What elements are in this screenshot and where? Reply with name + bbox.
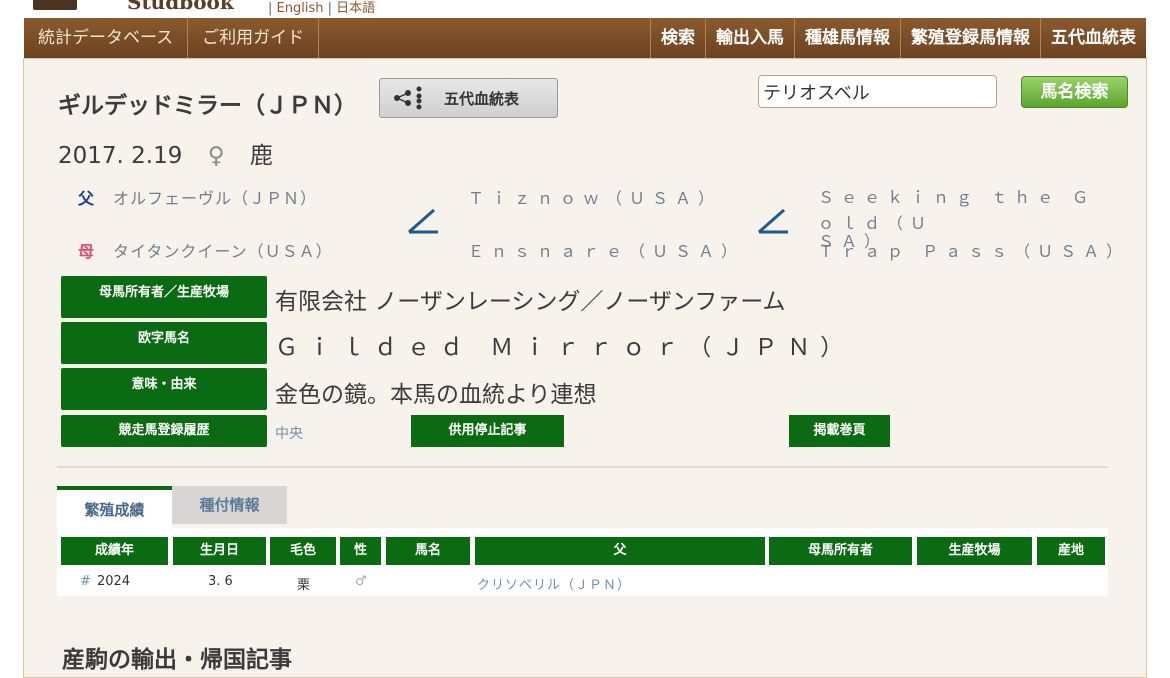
col-header-farm: 生産牧場 (917, 537, 1032, 565)
main-navbar: 統計データベース ご利用ガイド 検索 輸出入馬 種雄馬情報 繁殖登録馬情報 五代… (24, 18, 1146, 58)
racing-history-value[interactable]: 中央 (275, 423, 303, 443)
meaning-value: 金色の鏡。本馬の血統より連想 (275, 382, 597, 408)
horse-name-search-input[interactable] (758, 75, 997, 108)
pedigree-branch-icon (758, 208, 788, 234)
owner-farm-label: 母馬所有者／生産牧場 (61, 276, 267, 318)
nav-user-guide[interactable]: ご利用ガイド (188, 18, 320, 58)
suspension-record-button[interactable]: 供用停止記事 (411, 415, 564, 447)
export-return-section-title: 産駒の輸出・帰国記事 (62, 647, 292, 673)
sire-label: 父 (78, 189, 96, 208)
pedigree-button-label: 五代血統表 (444, 89, 520, 108)
tab-mating-info[interactable]: 種付情報 (172, 486, 287, 524)
top-header: Studbook | English | 日本語 (0, 0, 1170, 16)
row-birth: 3. 6 (208, 574, 233, 589)
col-header-owner: 母馬所有者 (769, 537, 912, 565)
col-header-origin: 産地 (1037, 537, 1105, 565)
roman-name-label: 欧字馬名 (61, 322, 267, 364)
logo-text[interactable]: Studbook (127, 0, 234, 14)
roman-name-value: Ｇｉｌｄｅｄ Ｍｉｒｒｏｒ（ＪＰＮ） (275, 335, 854, 361)
lang-separator: | (327, 1, 333, 16)
dam-sire-link[interactable]: Ｔｉｚｎｏｗ（ＵＳＡ） (468, 185, 721, 209)
col-header-sex: 性 (340, 537, 381, 565)
section-divider (57, 466, 1108, 468)
nav-search[interactable]: 検索 (650, 18, 705, 58)
five-gen-pedigree-button[interactable]: 五代血統表 (379, 78, 558, 118)
logo-image[interactable] (33, 0, 77, 10)
nav-broodmare-info[interactable]: 繁殖登録馬情報 (900, 18, 1040, 58)
tab-breeding-record[interactable]: 繁殖成績 (57, 486, 172, 530)
horse-name-search-button[interactable]: 馬名検索 (1021, 76, 1128, 108)
col-header-name: 馬名 (386, 537, 470, 565)
row-anchor-link[interactable]: # (80, 574, 91, 589)
pedigree-branch-icon (408, 208, 438, 234)
pedigree-tree-icon (394, 86, 422, 110)
nav-stallion-info[interactable]: 種雄馬情報 (794, 18, 900, 58)
dam-link[interactable]: タイタンクイーン（ＵＳＡ） (113, 242, 333, 261)
coat-color: 鹿 (249, 143, 273, 169)
row-color: 栗 (297, 578, 311, 593)
dam-label: 母 (78, 242, 96, 261)
meaning-label: 意味・由来 (61, 368, 267, 410)
lang-japanese-link[interactable]: 日本語 (336, 1, 375, 16)
sire-link[interactable]: オルフェーヴル（ＪＰＮ） (113, 189, 317, 208)
nav-stats-database[interactable]: 統計データベース (24, 18, 189, 58)
volume-page-button[interactable]: 掲載巻頁 (789, 415, 890, 447)
sire-row: 父オルフェーヴル（ＪＰＮ） (78, 185, 317, 209)
col-header-year: 成績年 (61, 537, 168, 565)
row-year: 2024 (97, 574, 131, 589)
lang-separator: | (268, 1, 273, 16)
nav-import-export[interactable]: 輸出入馬 (705, 18, 794, 58)
dam-sire-dam-link[interactable]: Ｔｒａｐ Ｐａｓｓ（ＵＳＡ） (818, 238, 1129, 262)
birth-info: 2017. 2.19 ♀ 鹿 (58, 136, 291, 170)
nav-five-gen-pedigree[interactable]: 五代血統表 (1040, 18, 1146, 58)
dam-row: 母タイタンクイーン（ＵＳＡ） (78, 238, 333, 262)
row-sire-link[interactable]: クリソベリル（ＪＰＮ） (477, 574, 631, 593)
row-sex-male-icon: ♂ (355, 574, 367, 589)
birth-date: 2017. 2.19 (58, 143, 183, 169)
owner-farm-value: 有限会社 ノーザンレーシング／ノーザンファーム (275, 289, 786, 315)
horse-name-title: ギルデッドミラー（ＪＰＮ） (58, 93, 357, 119)
language-switcher: | English | 日本語 (268, 0, 375, 16)
lang-english-link[interactable]: English (277, 1, 324, 16)
col-header-color: 毛色 (270, 537, 336, 565)
col-header-birth: 生月日 (173, 537, 266, 565)
racing-history-label: 競走馬登録履歴 (61, 415, 267, 447)
dam-dam-link[interactable]: Ｅｎｓｎａｒｅ（ＵＳＡ） (468, 238, 744, 262)
sex-female-icon: ♀ (207, 143, 225, 169)
col-header-sire: 父 (475, 537, 765, 565)
